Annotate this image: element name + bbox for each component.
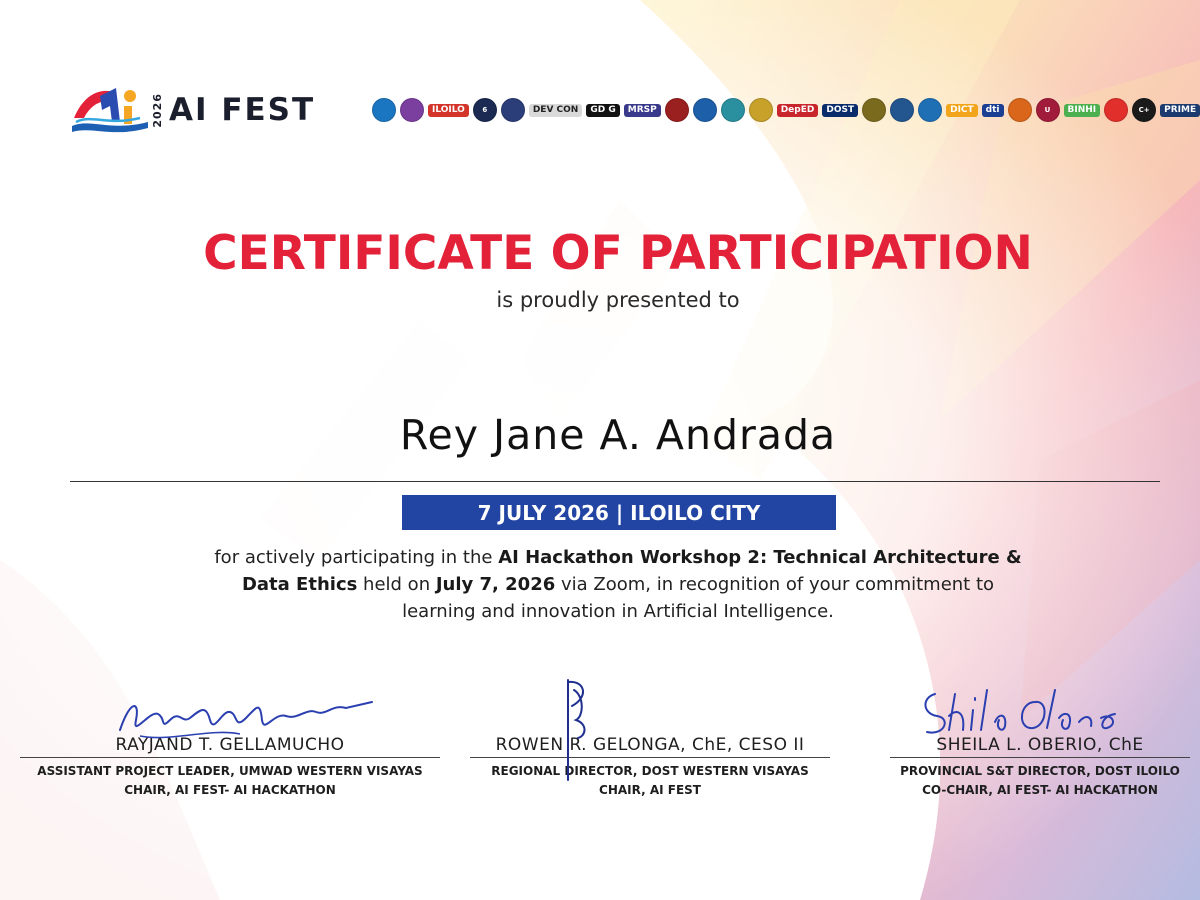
primeaxis-logo: PRIME xyxy=(1160,103,1200,117)
binhi-logo: BINHI xyxy=(1063,103,1101,117)
signatory-left-line xyxy=(20,757,440,758)
partner-logo-strip: ILOILO 6 DEV CON GD G MRSP DepED DOST DICT dti U B… xyxy=(372,90,1200,130)
blue-cross-seal xyxy=(918,98,943,122)
city-seal-2 xyxy=(890,98,915,122)
blue-seal-1 xyxy=(692,98,717,122)
date-location-text: 7 JULY 2026 | ILOILO CITY xyxy=(477,500,761,525)
red-flower-logo xyxy=(1104,98,1129,122)
u-logo: U xyxy=(1035,98,1060,122)
event-logo: 2026 AI FEST xyxy=(70,82,330,138)
city-seal-1 xyxy=(862,98,887,122)
signatory-middle-name: ROWEN R. GELONGA, ChE, CESO II xyxy=(495,735,805,755)
gold-seal xyxy=(748,98,773,122)
signatory-middle-title-2: CHAIR, AI FEST xyxy=(599,783,701,797)
signature-gellamucho xyxy=(119,701,373,739)
event-name: AI FEST xyxy=(169,92,316,128)
round-seal-1 xyxy=(372,98,396,122)
certificate-title: CERTIFICATE OF PARTICIPATION xyxy=(203,226,1033,281)
gdg-logo: GD G xyxy=(586,103,620,117)
body-part-2: held on xyxy=(357,574,436,595)
certificate-subtitle: is proudly presented to xyxy=(496,288,740,312)
signatory-right-line xyxy=(890,757,1190,758)
signatory-middle: ROWEN R. GELONGA, ChE, CESO II REGIONAL … xyxy=(440,679,860,800)
arch-seal xyxy=(500,98,525,122)
signatory-left: RAYJAND T. GELLAMUCHO ASSISTANT PROJECT … xyxy=(10,690,450,800)
teal-seal xyxy=(720,98,745,122)
signatory-left-title-2: CHAIR, AI FEST- AI HACKATHON xyxy=(124,783,336,797)
devcon-logo: DEV CON xyxy=(528,103,583,117)
colorful-emblem xyxy=(400,98,424,122)
name-underline xyxy=(70,481,1160,482)
signature-gelonga xyxy=(567,679,586,781)
deped-logo: DepED xyxy=(776,103,819,117)
signatory-right: SHEILA L. OBERIO, ChE PROVINCIAL S&T DIR… xyxy=(860,689,1200,800)
dti-logo: dti xyxy=(981,103,1004,117)
red-seal xyxy=(664,98,689,122)
signatory-left-title-1: ASSISTANT PROJECT LEADER, UMWAD WESTERN … xyxy=(37,764,423,778)
signature-oberio xyxy=(924,689,1116,734)
innovate-iloilo-logo: ILOILO xyxy=(428,103,469,117)
date-location-band: 7 JULY 2026 | ILOILO CITY xyxy=(402,495,836,530)
body-date: July 7, 2026 xyxy=(435,574,556,595)
dost-logo: DOST xyxy=(822,103,859,117)
dict-logo: DICT xyxy=(946,103,978,117)
recipient-name: Rey Jane A. Andrada xyxy=(399,411,837,459)
event-year: 2026 xyxy=(151,92,164,128)
ai-fest-emblem xyxy=(70,84,150,136)
certificate-body: for actively participating in the AI Hac… xyxy=(210,544,1026,625)
signatory-right-title-2: CO-CHAIR, AI FEST- AI HACKATHON xyxy=(922,783,1158,797)
body-part-1: for actively participating in the xyxy=(214,547,499,568)
signatory-middle-line xyxy=(470,757,830,758)
signatory-right-title-1: PROVINCIAL S&T DIRECTOR, DOST ILOILO xyxy=(900,764,1180,778)
mrsp-logo: MRSP xyxy=(623,103,661,117)
event-year-text: 2026 xyxy=(151,92,164,128)
signatory-middle-title-1: REGIONAL DIRECTOR, DOST WESTERN VISAYAS xyxy=(491,764,809,778)
iloilo-business-club-logo: 6 xyxy=(472,98,497,122)
c-plus-logo: C+ xyxy=(1132,98,1157,122)
orange-seal xyxy=(1007,98,1032,122)
